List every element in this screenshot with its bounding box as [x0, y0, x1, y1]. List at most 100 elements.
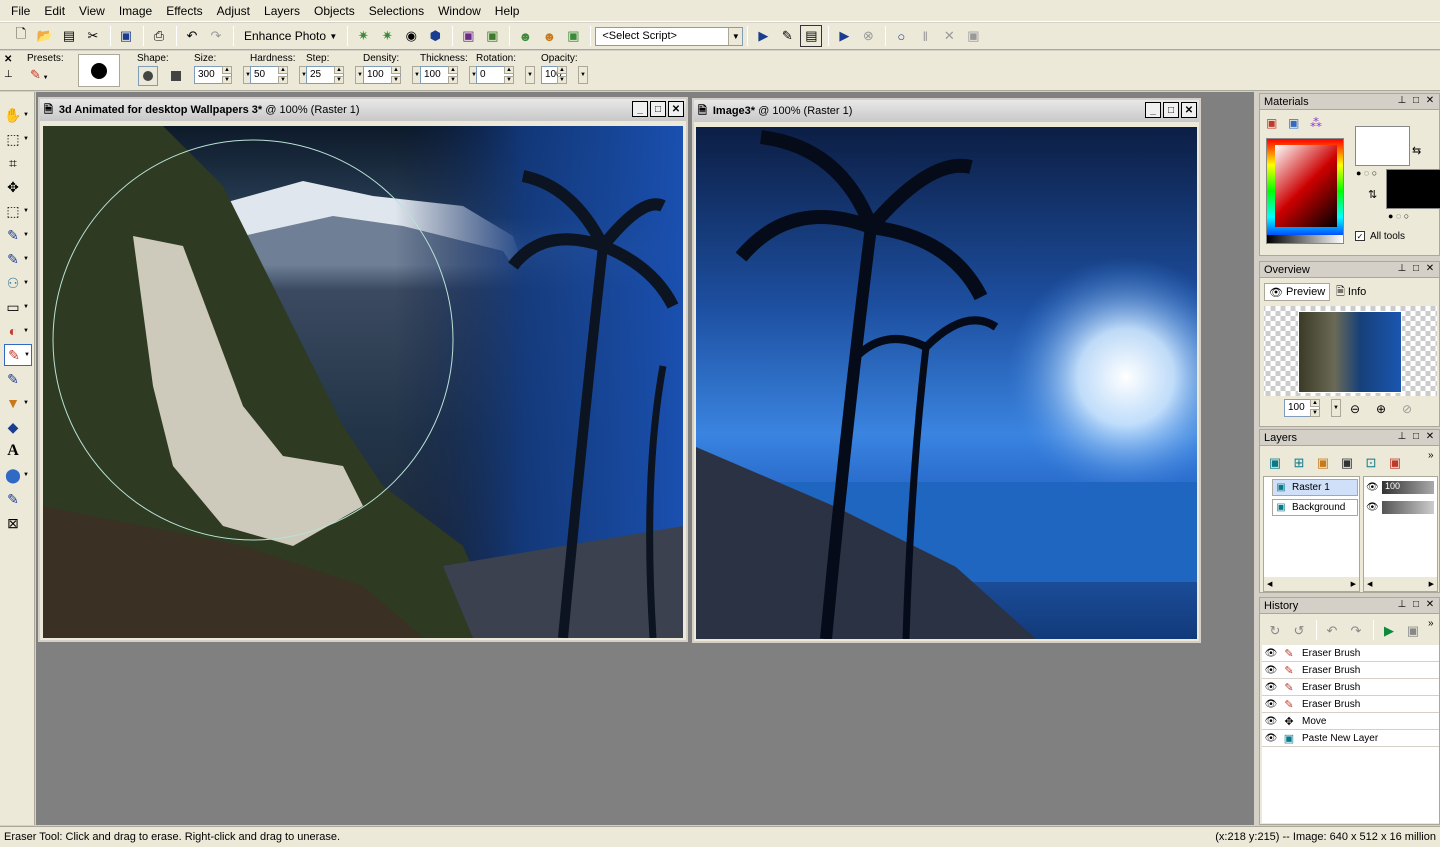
- image-window-2-titlebar[interactable]: 🗎 Image3* @ 100% (Raster 1) _ □ ✕: [694, 100, 1199, 122]
- spectrum-tab-icon[interactable]: ▣: [1288, 116, 1299, 130]
- hardness-field[interactable]: 50 ▲ ▼ ▼: [250, 66, 309, 84]
- menu-edit[interactable]: Edit: [37, 0, 72, 22]
- menu-adjust[interactable]: Adjust: [210, 0, 257, 22]
- spin-up-icon[interactable]: ▲: [222, 66, 232, 74]
- new-raster-layer-icon[interactable]: ▣: [1264, 452, 1286, 474]
- size-field[interactable]: 300 ▲ ▼ ▼: [194, 66, 253, 84]
- pin-icon[interactable]: ⊥: [4, 69, 13, 80]
- save-script-icon[interactable]: ▣: [1402, 620, 1424, 642]
- history-item[interactable]: 👁 ✥ Move: [1262, 713, 1439, 730]
- record-icon[interactable]: ○: [890, 25, 912, 47]
- eye-icon[interactable]: 👁: [1262, 716, 1280, 727]
- print-icon[interactable]: ⎙: [148, 25, 170, 47]
- smart-fix-icon[interactable]: ✷: [376, 25, 398, 47]
- flood-fill-tool[interactable]: ▼ ▼: [4, 392, 32, 414]
- zoom-tool[interactable]: ⬚ ▼: [4, 128, 32, 150]
- redo-selected-icon[interactable]: ↺: [1288, 620, 1310, 642]
- canvas-waterfall[interactable]: [43, 126, 683, 638]
- history-item[interactable]: 👁 ▣ Paste New Layer: [1262, 730, 1439, 747]
- spin-up-icon[interactable]: ▲: [557, 66, 567, 74]
- swatches-tab-icon[interactable]: ⁂: [1310, 116, 1322, 130]
- effect-icon[interactable]: ☻: [538, 25, 560, 47]
- pin-icon[interactable]: ⊥: [1395, 95, 1409, 106]
- eye-icon[interactable]: 👁: [1262, 648, 1280, 659]
- menu-selections[interactable]: Selections: [362, 0, 431, 22]
- crop-tool[interactable]: ⌗: [4, 152, 32, 174]
- close-icon[interactable]: ✕: [1423, 431, 1437, 442]
- slider-popup-icon[interactable]: ▼: [1331, 399, 1341, 417]
- maximize-icon[interactable]: □: [1409, 431, 1423, 442]
- clone-brush-tool[interactable]: ⚇ ▼: [4, 272, 32, 294]
- paint-brush-tool[interactable]: ✎ ▼: [4, 248, 32, 270]
- batch-run-icon[interactable]: ▶: [833, 25, 855, 47]
- foreground-swatch[interactable]: [1355, 126, 1410, 166]
- maximize-icon[interactable]: □: [1409, 599, 1423, 610]
- rotation-field[interactable]: 0 ▲ ▼ ▼: [476, 66, 535, 84]
- round-shape-button[interactable]: [138, 66, 158, 86]
- more-icon[interactable]: »: [1428, 618, 1434, 629]
- eye-icon[interactable]: 👁: [1262, 665, 1280, 676]
- spin-down-icon[interactable]: ▼: [278, 76, 288, 84]
- image-window-1[interactable]: 🗎 3d Animated for desktop Wallpapers 3* …: [38, 97, 688, 642]
- undo-selected-icon[interactable]: ↻: [1264, 620, 1286, 642]
- layers-hscroll[interactable]: ◀ ▶: [1264, 577, 1359, 591]
- script-output-icon[interactable]: ▤: [800, 25, 823, 47]
- picture-frame-icon[interactable]: ▣: [562, 25, 584, 47]
- scroll-right-icon[interactable]: ▶: [1429, 580, 1434, 588]
- menu-view[interactable]: View: [72, 0, 112, 22]
- save-icon[interactable]: ▣: [115, 25, 137, 47]
- warp-tool[interactable]: ⊠: [4, 512, 32, 534]
- scanner-icon[interactable]: ✂: [82, 25, 104, 47]
- new-file-icon[interactable]: 🗋: [10, 25, 32, 47]
- menu-effects[interactable]: Effects: [159, 0, 209, 22]
- menu-help[interactable]: Help: [488, 0, 527, 22]
- layer-opacity-bar[interactable]: 100: [1382, 481, 1434, 494]
- preview-area[interactable]: [1264, 306, 1437, 396]
- scratch-remover-tool[interactable]: ▭ ▼: [4, 296, 32, 318]
- maximize-icon[interactable]: □: [650, 101, 666, 117]
- landscape-icon[interactable]: ▣: [481, 25, 503, 47]
- spin-up-icon[interactable]: ▲: [504, 66, 514, 74]
- undo-icon[interactable]: ↶: [1321, 620, 1343, 642]
- close-icon[interactable]: ✕: [1423, 599, 1437, 610]
- close-icon[interactable]: ✕: [1423, 95, 1437, 106]
- menu-image[interactable]: Image: [112, 0, 159, 22]
- eye-icon[interactable]: 👁: [1262, 682, 1280, 693]
- spin-down-icon[interactable]: ▼: [1310, 409, 1320, 417]
- selection-tool[interactable]: ⬚ ▼: [4, 200, 32, 222]
- layer-opacity-bar[interactable]: [1382, 501, 1434, 514]
- menu-layers[interactable]: Layers: [257, 0, 307, 22]
- spin-down-icon[interactable]: ▼: [557, 76, 567, 84]
- close-icon[interactable]: ✕: [4, 54, 12, 65]
- pan-tool[interactable]: ✋ ▼: [4, 104, 32, 126]
- dropper-tool[interactable]: ✎ ▼: [4, 224, 32, 246]
- spin-up-icon[interactable]: ▲: [334, 66, 344, 74]
- presets-eraser-icon[interactable]: ✎ ▼: [30, 67, 49, 83]
- spin-down-icon[interactable]: ▼: [334, 76, 344, 84]
- tab-info[interactable]: 🗎 Info: [1332, 283, 1376, 301]
- minimize-icon[interactable]: _: [1145, 102, 1161, 118]
- cancel-script-icon[interactable]: ⊗: [857, 25, 879, 47]
- history-item[interactable]: 👁 ✎ Eraser Brush: [1262, 645, 1439, 662]
- new-mask-layer-icon[interactable]: ▣: [1336, 452, 1358, 474]
- move-tool[interactable]: ✥: [4, 176, 32, 198]
- spin-down-icon[interactable]: ▼: [448, 76, 458, 84]
- dodge-tool[interactable]: ◐ ▼: [4, 320, 32, 342]
- red-eye-icon[interactable]: ◉: [400, 25, 422, 47]
- history-item[interactable]: 👁 ✎ Eraser Brush: [1262, 662, 1439, 679]
- undo-icon[interactable]: ↶: [181, 25, 203, 47]
- swap-icon[interactable]: ⇅: [1368, 188, 1377, 201]
- brush-tip-preview[interactable]: [78, 54, 120, 87]
- one-step-fix-icon[interactable]: ✷: [352, 25, 374, 47]
- edit-script-icon[interactable]: ✎: [776, 25, 798, 47]
- picture-tube-tool[interactable]: ✎: [4, 368, 32, 390]
- eye-icon[interactable]: 👁: [1366, 502, 1382, 513]
- shape-tool[interactable]: ⬤ ▼: [4, 464, 32, 486]
- zoom-field[interactable]: 100 ▲ ▼ ▼: [1284, 399, 1341, 417]
- run-script-icon[interactable]: ▶: [752, 25, 774, 47]
- image-window-1-titlebar[interactable]: 🗎 3d Animated for desktop Wallpapers 3* …: [40, 99, 686, 121]
- image-window-2[interactable]: 🗎 Image3* @ 100% (Raster 1) _ □ ✕: [692, 98, 1201, 643]
- thickness-field[interactable]: 100 ▲ ▼ ▼: [420, 66, 479, 84]
- spin-up-icon[interactable]: ▲: [391, 66, 401, 74]
- eye-icon[interactable]: 👁: [1262, 699, 1280, 710]
